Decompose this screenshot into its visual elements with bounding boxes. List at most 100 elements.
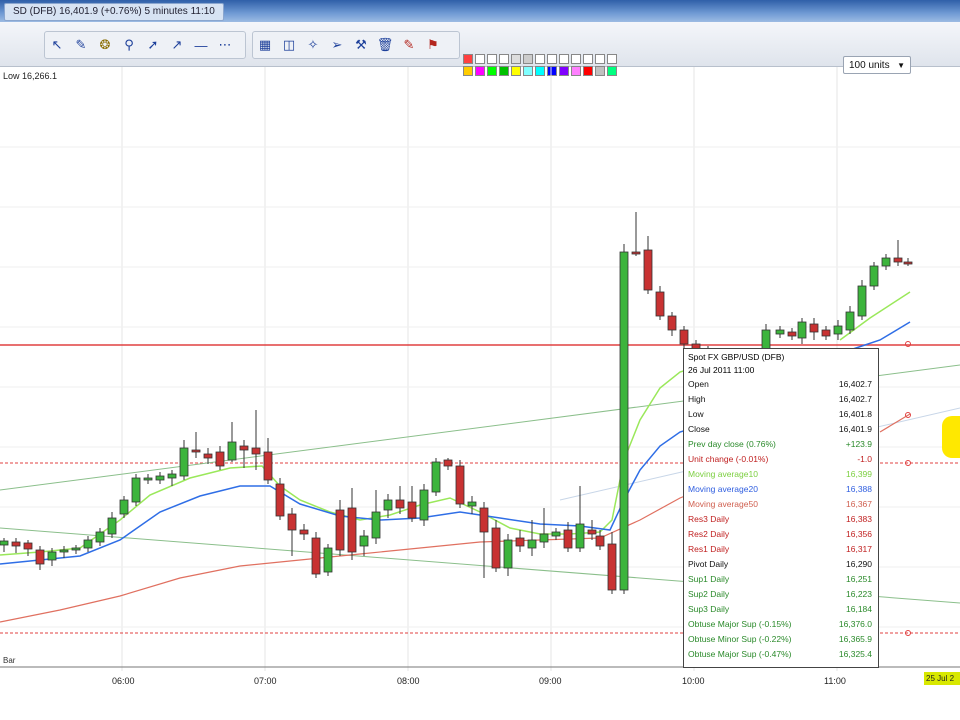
color-swatch[interactable]	[595, 54, 605, 64]
tooltip-row: Pivot Daily 16,290	[686, 558, 876, 570]
color-swatch[interactable]	[559, 54, 569, 64]
tooltip-row-value: 16,367	[846, 499, 872, 509]
horizontal-line-icon[interactable]: —	[189, 34, 213, 56]
ema-slow-line-right	[879, 413, 911, 433]
candle-body	[607, 543, 617, 591]
candle-body	[503, 539, 513, 569]
candle-body	[47, 551, 57, 561]
candle-body	[455, 465, 465, 505]
delete-icon[interactable]: 🗑	[373, 34, 397, 56]
candle-body	[539, 533, 549, 543]
candle-body	[619, 251, 629, 591]
crosshair-icon[interactable]: ❂	[93, 34, 117, 56]
candle-body	[35, 549, 45, 565]
color-swatch[interactable]	[547, 54, 557, 64]
fib-icon[interactable]: ▦	[253, 34, 277, 56]
color-swatch[interactable]	[463, 54, 473, 64]
tooltip-row-label: Prev day close (0.76%)	[688, 439, 776, 449]
tooltip-row: High 16,402.7	[686, 393, 876, 405]
color-swatch[interactable]	[511, 54, 521, 64]
candle-body	[11, 541, 21, 547]
gann-icon[interactable]: ✧	[301, 34, 325, 56]
candle-body	[383, 499, 393, 511]
x-label: 09:00	[539, 676, 562, 686]
candle-body	[881, 257, 891, 267]
candle-body	[311, 537, 321, 575]
candle-body	[903, 261, 913, 265]
candle-body	[893, 257, 903, 263]
tool-group-1: ↖ ✎ ❂ ⚲ ➚ ↗ — ⋯	[44, 31, 246, 59]
x-label: 06:00	[112, 676, 135, 686]
candle-body	[131, 477, 141, 503]
candle-body	[179, 447, 189, 477]
drawing-toolbar: ↖ ✎ ❂ ⚲ ➚ ↗ — ⋯ ▦ ◫ ✧ ➢ ⚒ 🗑 ✎ ⚑ 100 unit…	[0, 22, 960, 76]
tooltip-row-value: 16,399	[846, 469, 872, 479]
tooltip-row-value: 16,376.0	[838, 619, 872, 629]
tooltip-row: Sup2 Daily 16,223	[686, 588, 876, 600]
candle-body	[203, 453, 213, 459]
line-icon[interactable]: ➚	[141, 34, 165, 56]
candle-body	[239, 445, 249, 451]
tooltip-row: Obtuse Major Sup (-0.15%) 16,376.0	[686, 618, 876, 630]
candle-body	[371, 511, 381, 539]
candle-body	[323, 547, 333, 573]
x-label: 08:00	[397, 676, 420, 686]
candle-body	[335, 509, 345, 551]
color-swatch[interactable]	[583, 54, 593, 64]
tooltip-row: Open 16,402.7	[686, 378, 876, 390]
tooltip-row: Low 16,401.8	[686, 408, 876, 420]
color-swatch[interactable]	[523, 54, 533, 64]
tooltip-row-label: Res1 Daily	[688, 544, 730, 554]
tooltip-row-label: Moving average20	[688, 484, 758, 494]
tooltip-row-value: 16,251	[846, 574, 872, 584]
price-marker-tag	[942, 416, 960, 458]
extend-line-icon[interactable]: ⋯	[213, 34, 237, 56]
tooltip-row-label: Moving average10	[688, 469, 758, 479]
candle-body	[95, 531, 105, 543]
zoom-icon[interactable]: ⚲	[117, 34, 141, 56]
pitchfork-icon[interactable]: ⚒	[349, 34, 373, 56]
color-swatch[interactable]	[487, 54, 497, 64]
color-swatch[interactable]	[499, 54, 509, 64]
pointer-icon[interactable]: ↖	[45, 34, 69, 56]
tooltip-row-label: Open	[688, 379, 709, 389]
candle-body	[167, 473, 177, 479]
arrow-icon[interactable]: ➢	[325, 34, 349, 56]
text-icon[interactable]: ✎	[397, 34, 421, 56]
candle-body	[23, 542, 33, 550]
bottom-label: Bar	[3, 656, 16, 665]
candle-body	[833, 325, 843, 335]
candle-body	[419, 489, 429, 521]
candle-body	[0, 540, 9, 546]
candle-body	[59, 549, 69, 553]
tooltip-row: Sup3 Daily 16,184	[686, 603, 876, 615]
flag-icon[interactable]: ⚑	[421, 34, 445, 56]
candle-body	[191, 449, 201, 453]
candle-body	[631, 251, 641, 255]
tooltip-row-label: Sup2 Daily	[688, 589, 730, 599]
channel-icon[interactable]: ◫	[277, 34, 301, 56]
color-swatch[interactable]	[571, 54, 581, 64]
ray-icon[interactable]: ↗	[165, 34, 189, 56]
tooltip-row-value: 16,325.4	[838, 649, 872, 659]
candle-body	[467, 501, 477, 507]
candle-body	[119, 499, 129, 515]
pencil-icon[interactable]: ✎	[69, 34, 93, 56]
candle-body	[797, 321, 807, 339]
candle-body	[845, 311, 855, 331]
tooltip-row: Moving average10 16,399	[686, 468, 876, 480]
candle-body	[71, 547, 81, 551]
candle-body	[563, 529, 573, 549]
candle-body	[761, 329, 771, 351]
tooltip-row-value: 16,317	[846, 544, 872, 554]
candle-body	[263, 451, 273, 481]
tooltip-row: Moving average20 16,388	[686, 483, 876, 495]
color-swatch[interactable]	[607, 54, 617, 64]
color-swatch[interactable]	[475, 54, 485, 64]
tooltip-row-label: Res3 Daily	[688, 514, 730, 524]
candle-body	[643, 249, 653, 291]
chart-title-tab[interactable]: SD (DFB) 16,401.9 (+0.76%) 5 minutes 11:…	[4, 3, 224, 21]
tooltip-row: Prev day close (0.76%) +123.9	[686, 438, 876, 450]
color-swatch[interactable]	[535, 54, 545, 64]
tooltip-header: Spot FX GBP/USD (DFB)	[688, 352, 785, 362]
